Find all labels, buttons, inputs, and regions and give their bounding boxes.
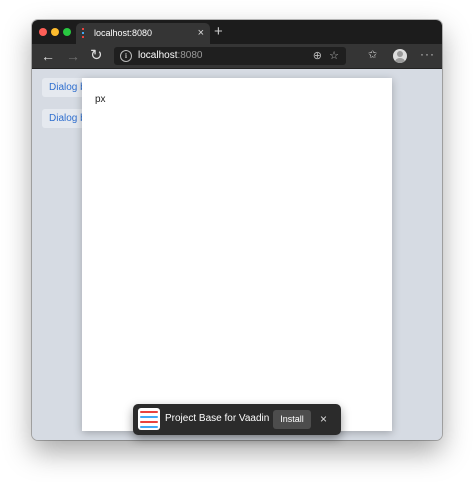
install-prompt-title: Project Base for Vaadin: [165, 413, 270, 424]
page-content: Dialog b Dialog b px: [32, 69, 442, 440]
star-icon[interactable]: ☆: [329, 48, 339, 64]
info-icon[interactable]: i: [120, 50, 132, 62]
reload-icon[interactable]: ↻: [90, 46, 103, 66]
browser-tab[interactable]: localhost:8080 ×: [76, 23, 210, 44]
browser-toolbar: ← → ↻ i localhost:8080 ⊕ ☆ ✩ ···: [32, 44, 442, 69]
vaadin-app-logo-icon: [138, 408, 160, 430]
url-host: localhost: [138, 50, 178, 61]
avatar-icon[interactable]: [393, 49, 407, 63]
favorites-icon[interactable]: ✩: [368, 48, 377, 61]
address-bar[interactable]: i localhost:8080 ⊕ ☆: [114, 47, 346, 65]
dialog-text: px: [95, 94, 106, 105]
install-app-icon[interactable]: ⊕: [313, 48, 322, 64]
close-icon[interactable]: ×: [320, 411, 327, 427]
new-tab-icon[interactable]: +: [214, 23, 223, 41]
vaadin-favicon-icon: [82, 28, 86, 39]
window-maximize-button[interactable]: [63, 28, 71, 36]
more-icon[interactable]: ···: [420, 47, 435, 61]
url-port: :8080: [177, 50, 203, 61]
tab-close-icon[interactable]: ×: [198, 26, 204, 40]
browser-window: localhost:8080 × + ← → ↻ i localhost:808…: [32, 20, 442, 440]
window-minimize-button[interactable]: [51, 28, 59, 36]
install-app-prompt: Project Base for Vaadin Install ×: [133, 404, 341, 435]
url-text[interactable]: localhost:8080: [138, 50, 203, 61]
back-icon[interactable]: ←: [41, 46, 55, 66]
forward-icon[interactable]: →: [66, 46, 80, 66]
tab-title: localhost:8080: [94, 28, 153, 38]
dialog-overlay: px: [82, 78, 392, 431]
window-close-button[interactable]: [39, 28, 47, 36]
install-button[interactable]: Install: [273, 410, 311, 429]
title-bar: localhost:8080 × +: [32, 20, 442, 44]
